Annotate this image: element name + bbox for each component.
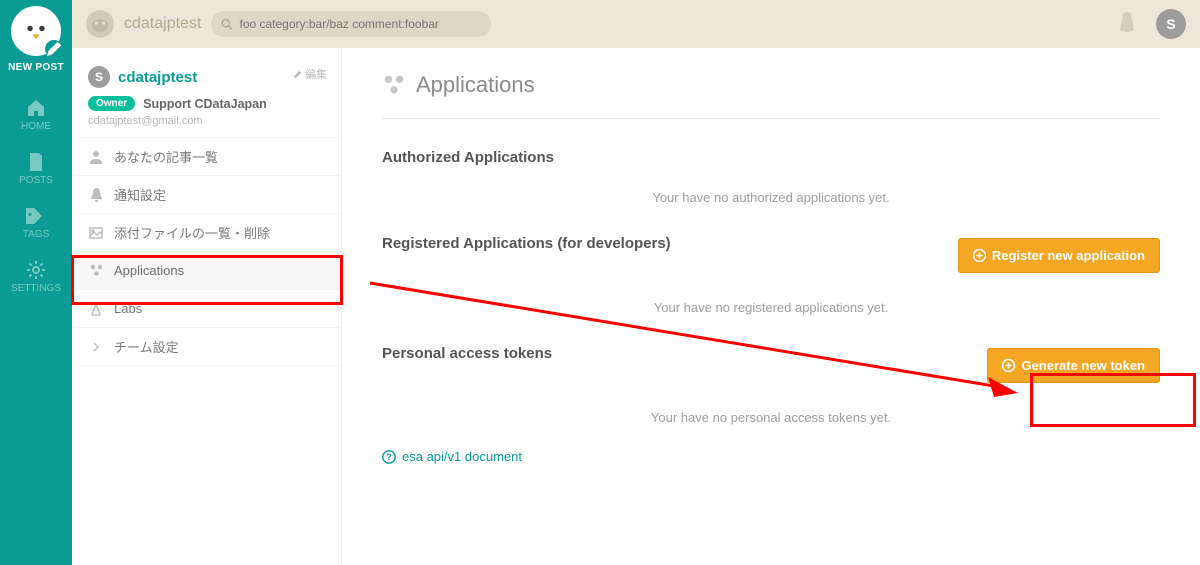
main-content: Applications Authorized Applications You… [342,48,1200,565]
pencil-icon [293,70,302,79]
sidebar-item-labs[interactable]: Labs [72,290,341,328]
search-icon [221,18,233,31]
rail-item-settings[interactable]: SETTINGS [0,249,72,303]
person-icon [88,150,104,164]
bell-icon [88,188,104,202]
notifications-icon[interactable] [1116,12,1138,36]
left-rail: NEW POST HOME POSTS TAGS SETTINGS [0,0,72,565]
sidebar-item-notifications[interactable]: 通知設定 [72,176,341,214]
registered-heading: Registered Applications (for developers) [382,235,671,252]
authorized-heading: Authorized Applications [382,149,1160,166]
tags-icon [25,205,47,227]
sidebar-avatar: S [88,66,110,88]
apps-icon [382,74,406,96]
team-avatar-icon [86,10,114,38]
sidebar-team-link[interactable]: cdatajptest [118,69,197,86]
edit-link[interactable]: 編集 [293,66,327,82]
search-input[interactable] [239,17,481,31]
rail-item-home[interactable]: HOME [0,87,72,141]
sidebar-item-applications[interactable]: Applications [72,252,341,290]
sidebar-email: cdatajptest@gmail.com [88,115,325,127]
tokens-heading: Personal access tokens [382,345,552,362]
search-box[interactable] [211,11,491,37]
flask-icon [88,302,104,316]
authorized-empty: Your have no authorized applications yet… [382,190,1160,205]
sidebar-item-articles[interactable]: あなたの記事一覧 [72,138,341,176]
user-avatar[interactable]: S [1156,9,1186,39]
tokens-section: Personal access tokens Generate new toke… [382,345,1160,425]
api-doc-link[interactable]: ? esa api/v1 document [382,449,1160,464]
home-icon [25,97,47,119]
plus-circle-icon [973,249,986,262]
svg-text:?: ? [386,452,392,462]
owner-badge: Owner [88,96,135,111]
page-title: Applications [382,72,1160,119]
registered-section: Registered Applications (for developers)… [382,235,1160,315]
new-post-button[interactable] [11,6,61,56]
register-application-button[interactable]: Register new application [958,238,1160,273]
gear-icon [25,259,47,281]
support-name: Support CDataJapan [143,97,267,111]
plus-circle-icon [1002,359,1015,372]
question-circle-icon: ? [382,450,396,464]
rail-item-posts[interactable]: POSTS [0,141,72,195]
chevron-right-icon [88,342,104,352]
tokens-empty: Your have no personal access tokens yet. [382,410,1160,425]
top-bar: cdatajptest S [72,0,1200,48]
generate-token-button[interactable]: Generate new token [987,348,1160,383]
authorized-section: Authorized Applications Your have no aut… [382,149,1160,205]
pencil-icon [45,32,63,66]
apps-icon [88,264,104,277]
team-name[interactable]: cdatajptest [124,15,201,33]
picture-icon [88,227,104,239]
registered-empty: Your have no registered applications yet… [382,300,1160,315]
rail-item-tags[interactable]: TAGS [0,195,72,249]
settings-sidebar: S cdatajptest 編集 Owner Support CDataJapa… [72,48,342,565]
document-icon [25,151,47,173]
sidebar-item-attachments[interactable]: 添付ファイルの一覧・削除 [72,214,341,252]
sidebar-item-team-settings[interactable]: チーム設定 [72,328,341,366]
